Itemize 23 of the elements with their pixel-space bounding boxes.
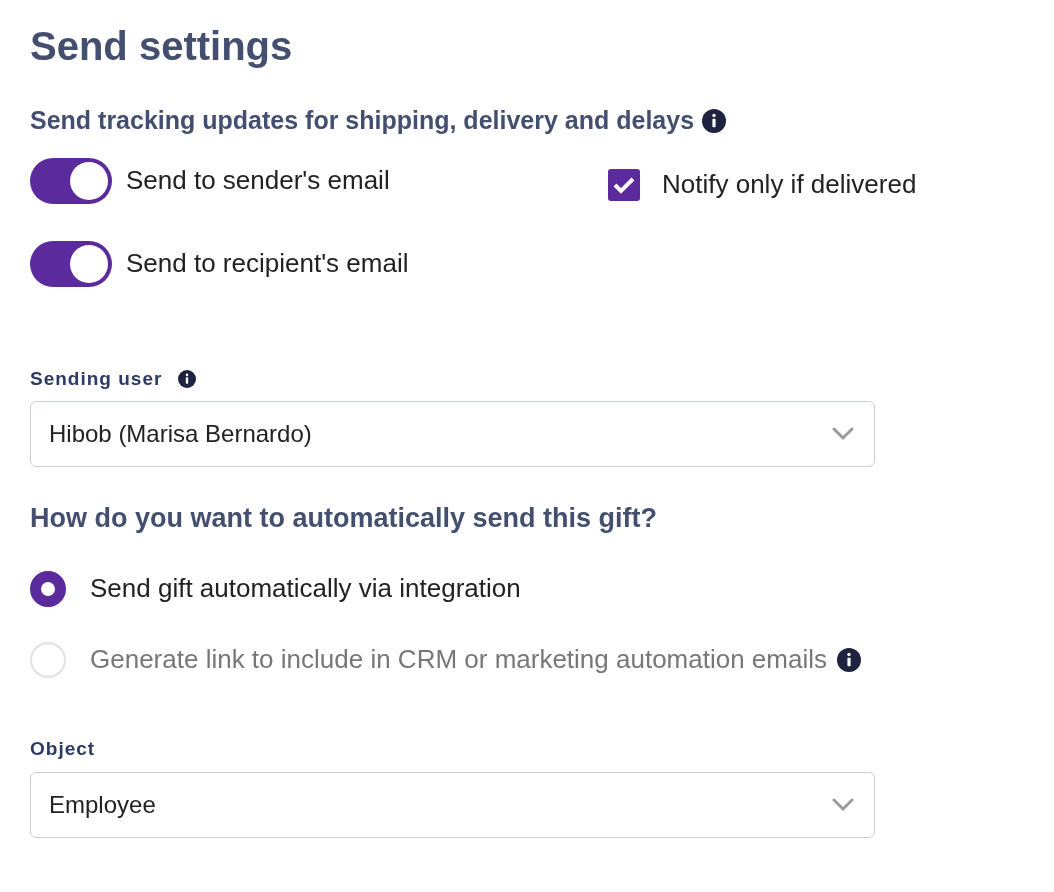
toggle-label: Send to recipient's email — [126, 247, 409, 280]
radio-label: Generate link to include in CRM or marketing automation emails — [90, 643, 827, 676]
chevron-down-icon — [832, 797, 854, 812]
toggle-label: Send to sender's email — [126, 164, 390, 197]
check-icon — [613, 175, 635, 194]
checkbox[interactable] — [608, 168, 640, 201]
field-label: Object — [30, 738, 96, 759]
info-icon — [178, 369, 197, 388]
section-heading: How do you want to automatically send this gift? — [30, 502, 659, 535]
field-label: Sending user — [30, 366, 163, 391]
chevron-down-icon — [832, 427, 854, 441]
select-value: Hibob (Marisa Bernardo) — [49, 419, 312, 449]
radio-label: Send gift automatically via integration — [90, 572, 521, 605]
select-value: Employee — [49, 789, 156, 820]
select-field[interactable]: Employee — [30, 771, 875, 838]
toggle-switch[interactable] — [30, 157, 112, 204]
radio-button[interactable] — [30, 570, 66, 607]
info-icon — [702, 108, 727, 133]
select-field[interactable]: Hibob (Marisa Bernardo) — [30, 401, 875, 467]
checkbox-label: Notify only if delivered — [662, 168, 917, 201]
page-title: Send settings — [30, 23, 294, 70]
toggle-switch[interactable] — [30, 240, 112, 287]
section-heading: Send tracking updates for shipping, delivery and delays — [30, 105, 695, 136]
